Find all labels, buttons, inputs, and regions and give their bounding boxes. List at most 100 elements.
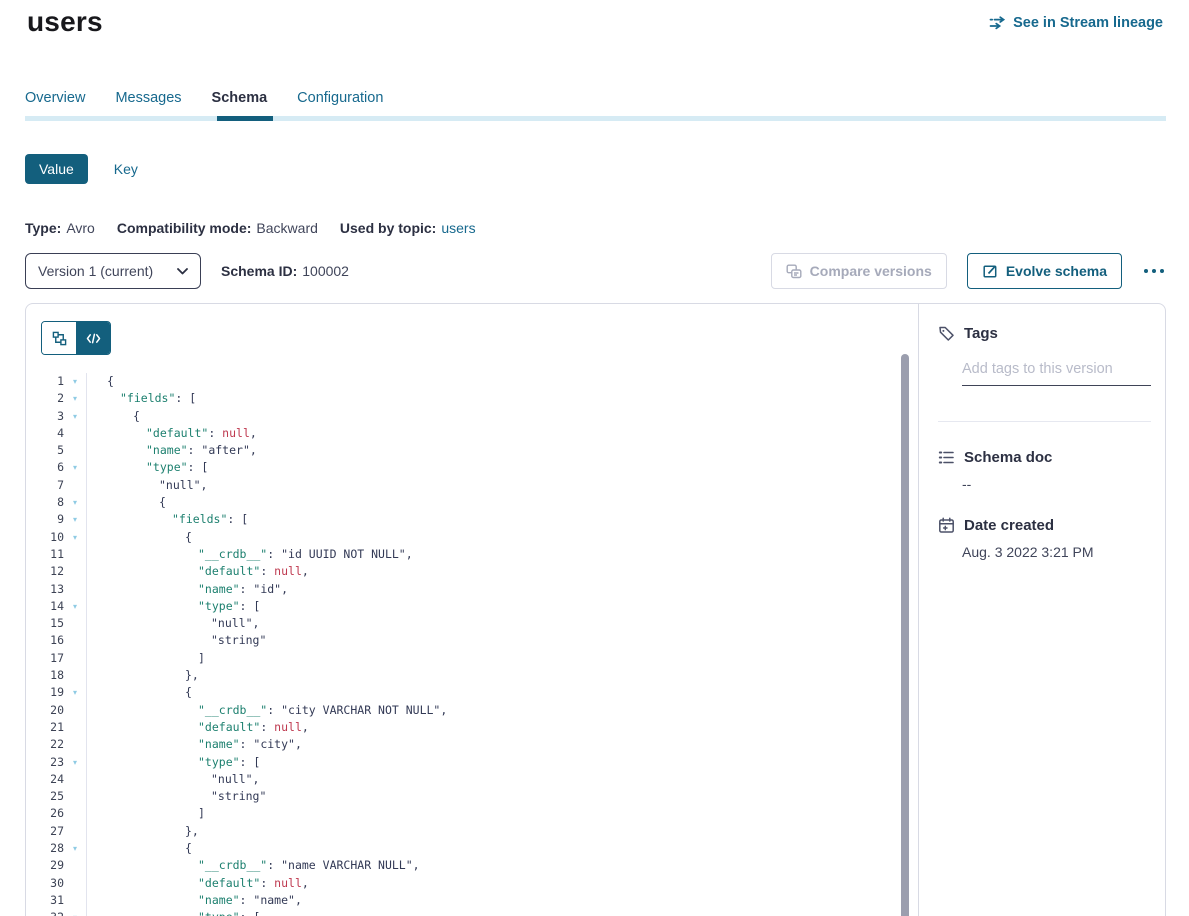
compare-versions-button[interactable]: Compare versions <box>771 253 947 289</box>
see-in-stream-lineage-link[interactable]: See in Stream lineage <box>989 15 1163 31</box>
line-number: 10 <box>26 529 64 546</box>
line-number: 6 <box>26 459 64 476</box>
code-text: "name": "after", <box>86 442 918 459</box>
code-text: "default": null, <box>86 875 918 892</box>
fold-toggle-icon[interactable]: ▾ <box>64 529 86 546</box>
code-text: "type": [ <box>86 909 918 916</box>
type-value: Avro <box>66 220 95 236</box>
fold-toggle-icon[interactable]: ▾ <box>64 598 86 615</box>
line-number: 2 <box>26 390 64 407</box>
line-number: 25 <box>26 788 64 805</box>
code-text: { <box>86 684 918 701</box>
value-key-toggle: Value Key <box>25 154 138 184</box>
code-text: "name": "city", <box>86 736 918 753</box>
tags-input[interactable] <box>962 358 1151 386</box>
line-number: 9 <box>26 511 64 528</box>
fold-toggle-icon[interactable]: ▾ <box>64 909 86 916</box>
schema-doc-value: -- <box>962 476 971 492</box>
code-line: 19▾{ <box>26 684 918 701</box>
tree-view-button[interactable] <box>42 322 76 354</box>
line-number: 20 <box>26 702 64 719</box>
fold-toggle-icon[interactable]: ▾ <box>64 684 86 701</box>
line-number: 22 <box>26 736 64 753</box>
fold-toggle-icon[interactable]: ▾ <box>64 390 86 407</box>
code-text: "type": [ <box>86 598 918 615</box>
fold-toggle-icon[interactable]: ▾ <box>64 511 86 528</box>
code-text: "__crdb__": "id UUID NOT NULL", <box>86 546 918 563</box>
more-actions-button[interactable] <box>1142 265 1166 277</box>
compatibility-label: Compatibility mode: <box>117 220 252 236</box>
code-text: "null", <box>86 771 918 788</box>
code-line: 15"null", <box>26 615 918 632</box>
meta-type: Type: Avro <box>25 220 95 236</box>
code-line: 2▾"fields": [ <box>26 390 918 407</box>
fold-toggle-icon[interactable]: ▾ <box>64 459 86 476</box>
fold-toggle-icon[interactable]: ▾ <box>64 494 86 511</box>
line-number: 18 <box>26 667 64 684</box>
tags-title: Tags <box>964 325 998 342</box>
schema-id-value: 100002 <box>302 263 349 279</box>
line-number: 8 <box>26 494 64 511</box>
line-number: 14 <box>26 598 64 615</box>
tab-overview[interactable]: Overview <box>25 90 85 118</box>
tags-section-header: Tags <box>938 325 998 342</box>
code-text: "__crdb__": "city VARCHAR NOT NULL", <box>86 702 918 719</box>
code-line: 17] <box>26 650 918 667</box>
code-text: "null", <box>86 477 918 494</box>
code-line: 16"string" <box>26 632 918 649</box>
tab-schema[interactable]: Schema <box>212 90 268 118</box>
code-line: 3▾{ <box>26 408 918 425</box>
code-text: }, <box>86 823 918 840</box>
code-line: 29"__crdb__": "name VARCHAR NULL", <box>26 857 918 874</box>
sidebar-divider <box>938 421 1151 422</box>
line-number: 24 <box>26 771 64 788</box>
fold-toggle-icon[interactable]: ▾ <box>64 408 86 425</box>
version-select[interactable]: Version 1 (current) <box>25 253 201 289</box>
tree-view-icon <box>52 331 67 346</box>
line-number: 3 <box>26 408 64 425</box>
schema-panel: 1▾{2▾"fields": [3▾{4"default": null,5"na… <box>25 303 1166 916</box>
line-number: 26 <box>26 805 64 822</box>
code-text: "default": null, <box>86 425 918 442</box>
meta-compatibility: Compatibility mode: Backward <box>117 220 318 236</box>
code-line: 13"name": "id", <box>26 581 918 598</box>
value-tab-button[interactable]: Value <box>25 154 88 184</box>
code-line: 11"__crdb__": "id UUID NOT NULL", <box>26 546 918 563</box>
line-number: 29 <box>26 857 64 874</box>
schema-id-label: Schema ID: <box>221 263 297 279</box>
code-line: 26] <box>26 805 918 822</box>
code-text: { <box>86 408 918 425</box>
code-view-button[interactable] <box>76 322 110 354</box>
code-view-icon <box>86 332 101 345</box>
code-text: { <box>86 529 918 546</box>
evolve-schema-button[interactable]: Evolve schema <box>967 253 1122 289</box>
schema-doc-title: Schema doc <box>964 449 1052 466</box>
code-text: "name": "name", <box>86 892 918 909</box>
line-number: 27 <box>26 823 64 840</box>
type-label: Type: <box>25 220 61 236</box>
key-tab-button[interactable]: Key <box>114 161 138 177</box>
tab-messages[interactable]: Messages <box>115 90 181 118</box>
ellipsis-icon <box>1144 269 1148 273</box>
tab-configuration[interactable]: Configuration <box>297 90 383 118</box>
code-text: "type": [ <box>86 459 918 476</box>
evolve-schema-label: Evolve schema <box>1006 263 1107 279</box>
line-number: 12 <box>26 563 64 580</box>
code-line: 25"string" <box>26 788 918 805</box>
code-line: 18}, <box>26 667 918 684</box>
fold-toggle-icon[interactable]: ▾ <box>64 373 86 390</box>
code-lines: 1▾{2▾"fields": [3▾{4"default": null,5"na… <box>26 373 918 916</box>
code-text: "type": [ <box>86 754 918 771</box>
compatibility-value: Backward <box>256 220 317 236</box>
code-line: 14▾"type": [ <box>26 598 918 615</box>
line-number: 32 <box>26 909 64 916</box>
line-number: 1 <box>26 373 64 390</box>
schema-page: users See in Stream lineage Overview Mes… <box>0 0 1189 916</box>
fold-toggle-icon[interactable]: ▾ <box>64 840 86 857</box>
tab-track <box>25 116 1166 121</box>
topic-link[interactable]: users <box>441 220 475 236</box>
code-line: 32▾"type": [ <box>26 909 918 916</box>
schema-view-toggle <box>41 321 111 355</box>
editor-vertical-scrollbar[interactable] <box>901 354 909 916</box>
fold-toggle-icon[interactable]: ▾ <box>64 754 86 771</box>
